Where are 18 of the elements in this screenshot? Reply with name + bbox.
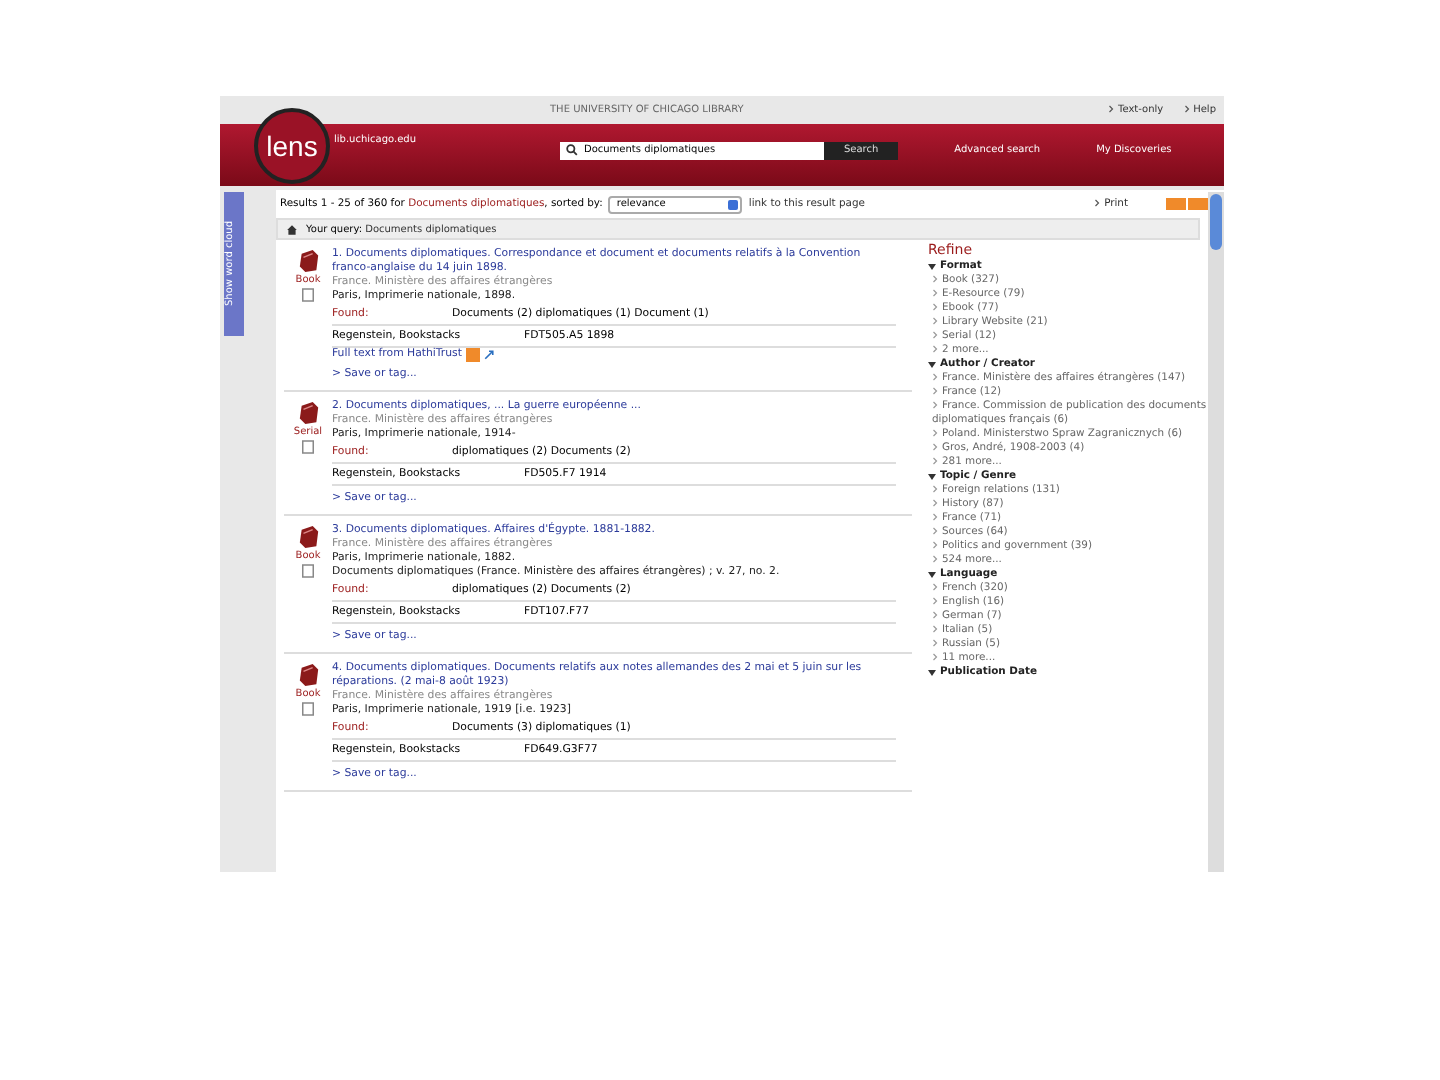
document-icon[interactable] [302, 702, 314, 716]
home-icon[interactable] [286, 223, 298, 235]
chevron-icon [1183, 104, 1190, 115]
document-icon[interactable] [302, 564, 314, 578]
logo-text: lens [266, 129, 318, 161]
book-icon [297, 524, 319, 550]
document-icon[interactable] [302, 440, 314, 454]
chevron-icon [1094, 198, 1101, 209]
chevron-icon [1108, 104, 1114, 115]
link-icon [483, 350, 494, 360]
feed-icon[interactable] [1166, 198, 1208, 210]
rss-square-icon [465, 348, 480, 362]
scrollbar[interactable] [1208, 192, 1224, 872]
book-icon [297, 400, 319, 426]
document-icon[interactable] [302, 288, 314, 302]
search-icon [565, 144, 578, 156]
book-icon [297, 662, 319, 688]
book-icon [297, 248, 319, 274]
